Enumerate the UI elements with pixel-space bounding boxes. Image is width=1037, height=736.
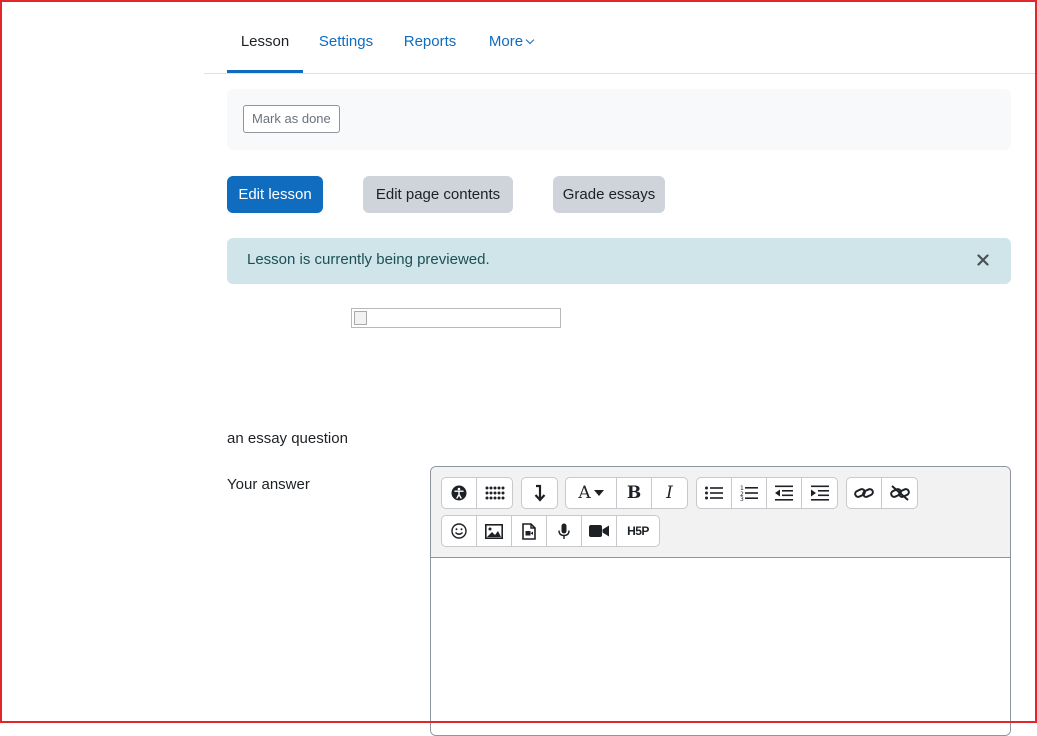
italic-icon[interactable]: I	[652, 478, 687, 508]
edit-lesson-button[interactable]: Edit lesson	[227, 176, 323, 213]
tab-settings-label: Settings	[318, 33, 374, 50]
h5p-icon[interactable]: H5P	[617, 516, 659, 546]
preview-alert: Lesson is currently being previewed.	[227, 238, 1011, 284]
tab-more[interactable]: More	[480, 0, 542, 72]
font-label: A	[578, 483, 591, 503]
tab-more-label: More	[488, 33, 524, 50]
broken-image-icon	[354, 311, 367, 325]
ordered-list-icon[interactable]: 123	[732, 478, 767, 508]
chevron-down-icon	[525, 35, 535, 45]
rich-text-editor: A B I 123 H5P	[430, 466, 1011, 736]
tab-reports-label: Reports	[403, 33, 457, 50]
unlink-icon[interactable]	[882, 478, 917, 508]
toolbar-group-links	[846, 477, 918, 509]
question-text: an essay question	[227, 430, 348, 447]
grade-essays-button[interactable]: Grade essays	[553, 176, 665, 213]
toolbar-group-lists: 123	[696, 477, 838, 509]
outdent-icon[interactable]	[767, 478, 802, 508]
indent-icon[interactable]	[802, 478, 837, 508]
activity-completion: Mark as done	[227, 89, 1011, 150]
toolbar-group-style: A B I	[565, 477, 688, 509]
media-icon[interactable]	[512, 516, 547, 546]
toolbar-group-more	[521, 477, 558, 509]
accessibility-checker-icon[interactable]	[442, 478, 477, 508]
tab-lesson-label: Lesson	[240, 33, 290, 50]
editor-toolbar: A B I 123 H5P	[431, 467, 1010, 558]
broken-image	[351, 308, 561, 328]
paragraph-styles-icon[interactable]: A	[566, 478, 617, 508]
screenreader-helper-icon[interactable]	[477, 478, 512, 508]
show-more-buttons-icon[interactable]	[522, 478, 557, 508]
tab-reports[interactable]: Reports	[396, 0, 464, 72]
bold-label: B	[626, 483, 642, 503]
unordered-list-icon[interactable]	[697, 478, 732, 508]
record-video-icon[interactable]	[582, 516, 617, 546]
toolbar-group-insert: H5P	[441, 515, 660, 547]
bold-icon[interactable]: B	[617, 478, 652, 508]
toolbar-group-accessibility	[441, 477, 513, 509]
edit-page-contents-button[interactable]: Edit page contents	[363, 176, 513, 213]
alert-message: Lesson is currently being previewed.	[247, 251, 490, 268]
secondary-navigation: Lesson Settings Reports More	[204, 0, 1035, 74]
link-icon[interactable]	[847, 478, 882, 508]
answer-label: Your answer	[227, 476, 310, 493]
image-icon[interactable]	[477, 516, 512, 546]
tab-lesson[interactable]: Lesson	[227, 0, 303, 73]
h5p-label: H5P	[627, 524, 649, 538]
answer-editor-field[interactable]	[431, 558, 1010, 735]
svg-text:3: 3	[740, 496, 744, 501]
italic-label: I	[666, 483, 673, 503]
mark-as-done-button[interactable]: Mark as done	[243, 105, 340, 133]
emoji-icon[interactable]	[442, 516, 477, 546]
tab-settings[interactable]: Settings	[312, 0, 380, 72]
close-icon[interactable]	[975, 252, 991, 268]
record-audio-icon[interactable]	[547, 516, 582, 546]
